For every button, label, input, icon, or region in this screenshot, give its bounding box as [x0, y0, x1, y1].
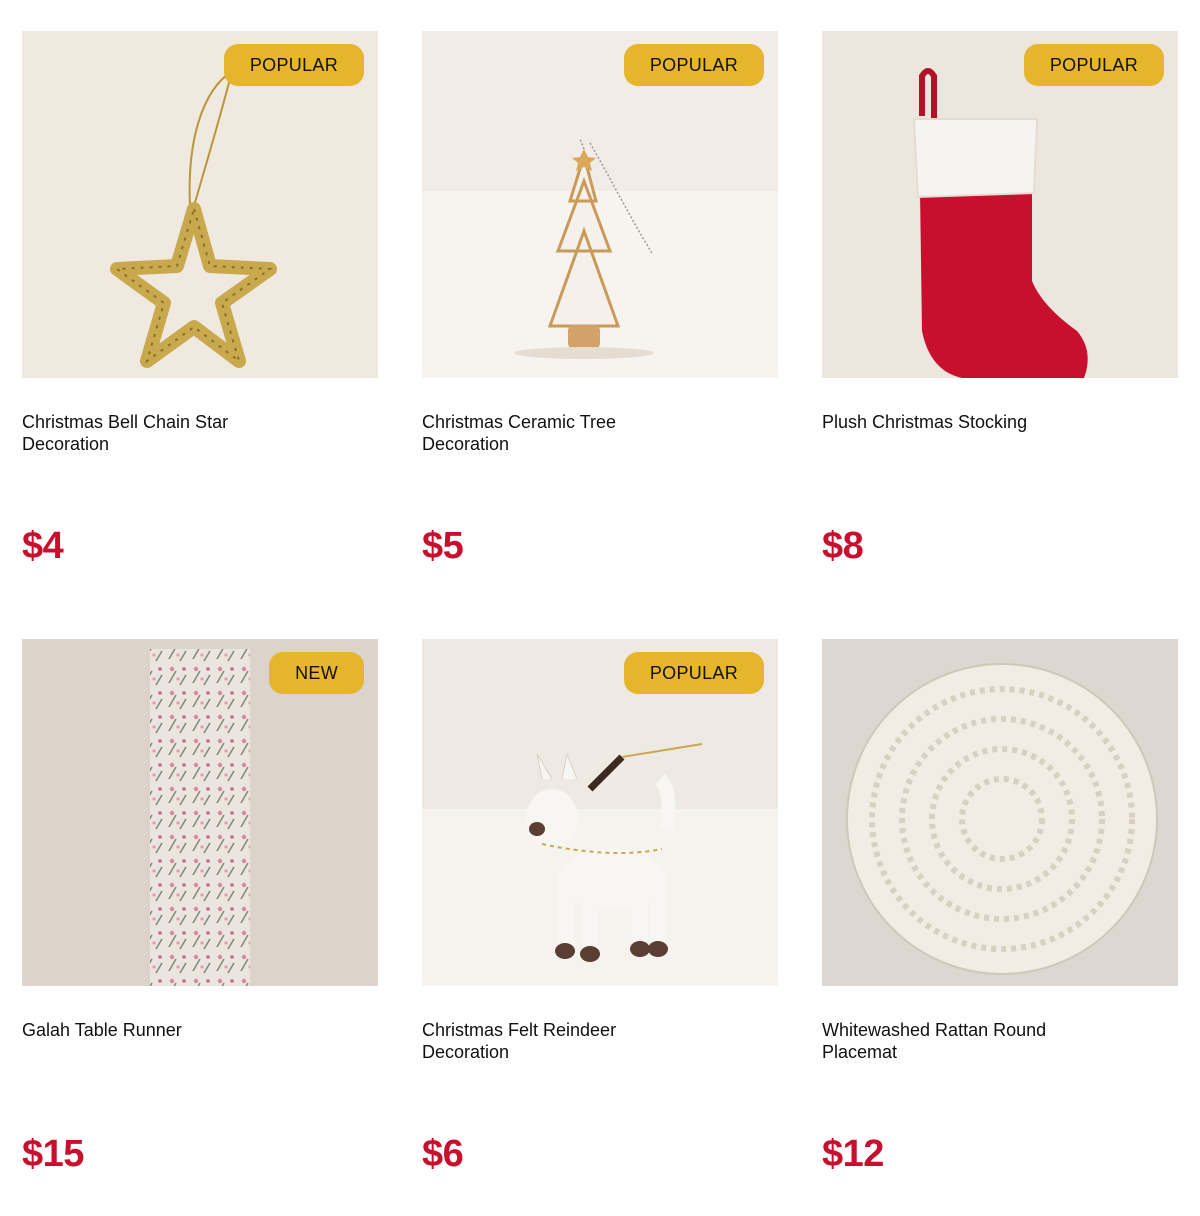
- product-card[interactable]: POPULAR Christmas Ceramic Tree Decoratio…: [422, 31, 778, 567]
- product-title[interactable]: Plush Christmas Stocking: [822, 411, 1082, 433]
- product-price: $5: [422, 525, 464, 567]
- product-card[interactable]: NEW Galah Table Runner $15: [22, 639, 378, 1175]
- product-card[interactable]: POPULAR Christmas Bell Chain Star Decora…: [22, 31, 378, 567]
- product-title[interactable]: Christmas Bell Chain Star Decoration: [22, 411, 282, 455]
- ceramic-tree-image[interactable]: POPULAR: [422, 31, 778, 378]
- product-price: $12: [822, 1133, 884, 1175]
- product-price: $6: [422, 1133, 464, 1175]
- popular-badge: POPULAR: [223, 44, 364, 86]
- popular-badge: POPULAR: [1023, 44, 1164, 86]
- product-price: $15: [22, 1133, 84, 1175]
- popular-badge: POPULAR: [623, 652, 764, 694]
- placemat-image[interactable]: [822, 639, 1178, 986]
- product-title[interactable]: Whitewashed Rattan Round Placemat: [822, 1019, 1082, 1063]
- product-price: $8: [822, 525, 864, 567]
- product-title[interactable]: Christmas Felt Reindeer Decoration: [422, 1019, 682, 1063]
- placemat-icon: [822, 639, 1178, 986]
- product-price: $4: [22, 525, 64, 567]
- table-runner-image[interactable]: NEW: [22, 639, 378, 986]
- product-card[interactable]: Whitewashed Rattan Round Placemat $12: [822, 639, 1178, 1175]
- product-grid: POPULAR Christmas Bell Chain Star Decora…: [0, 0, 1200, 1216]
- reindeer-image[interactable]: POPULAR: [422, 639, 778, 986]
- product-title[interactable]: Christmas Ceramic Tree Decoration: [422, 411, 682, 455]
- product-card[interactable]: POPULAR Christmas Felt Reindeer Decorati…: [422, 639, 778, 1175]
- star-ornament-image[interactable]: POPULAR: [22, 31, 378, 378]
- product-card[interactable]: POPULAR Plush Christmas Stocking $8: [822, 31, 1178, 567]
- popular-badge: POPULAR: [623, 44, 764, 86]
- stocking-image[interactable]: POPULAR: [822, 31, 1178, 378]
- new-badge: NEW: [269, 652, 364, 694]
- product-title[interactable]: Galah Table Runner: [22, 1019, 282, 1041]
